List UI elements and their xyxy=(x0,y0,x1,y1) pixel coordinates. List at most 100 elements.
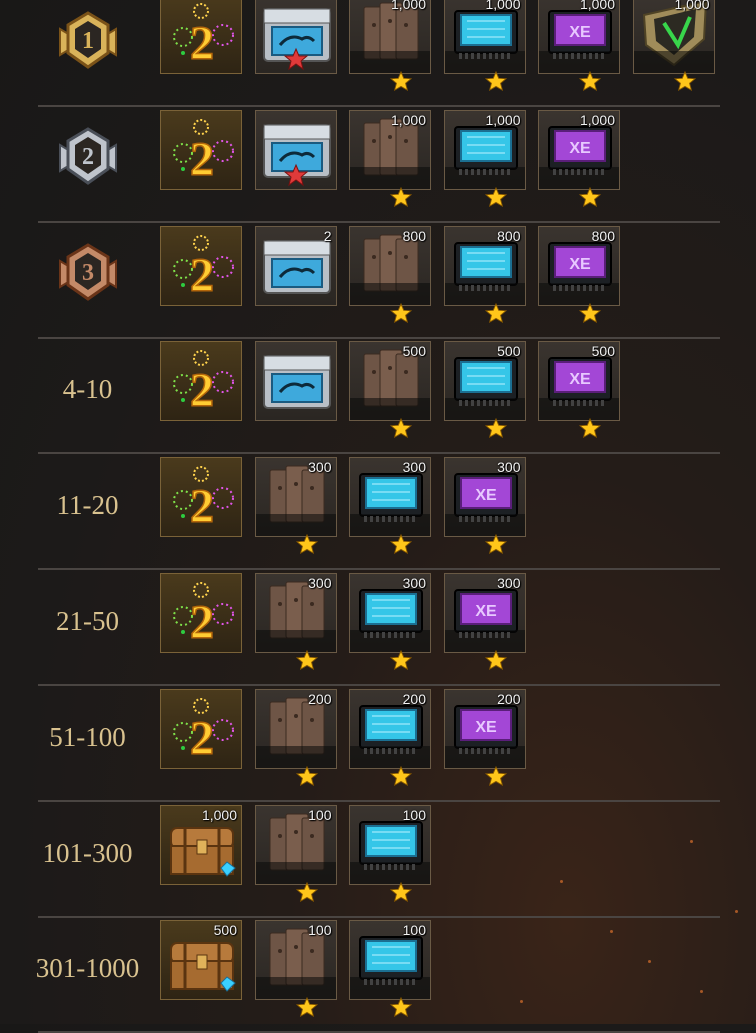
item-quantity: 2 xyxy=(323,227,332,244)
rarity-bar xyxy=(539,398,619,421)
reward-item[interactable]: 200 xyxy=(349,688,431,786)
rank-badge-icon: 2 xyxy=(56,125,120,189)
reward-item[interactable]: 2 xyxy=(160,341,242,422)
reward-item[interactable]: 800 xyxy=(349,225,431,323)
rarity-bar xyxy=(444,51,525,73)
item-quantity: 500 xyxy=(591,343,615,360)
reward-item[interactable]: 2 xyxy=(160,0,242,74)
item-quantity: 100 xyxy=(402,806,426,823)
reward-item[interactable]: 300 xyxy=(349,457,431,555)
svg-text:2: 2 xyxy=(190,596,214,649)
reward-item[interactable]: 1,000 xyxy=(443,0,526,91)
reward-item[interactable]: 500 xyxy=(443,341,526,439)
item-quantity: 1,000 xyxy=(674,0,710,12)
reward-item[interactable] xyxy=(254,341,337,422)
reward-item[interactable]: 300 xyxy=(254,573,337,670)
rarity-bar xyxy=(255,630,336,652)
reward-row: 301-1000 500 100 100 xyxy=(0,915,756,1033)
rank-range-label: 301-1000 xyxy=(35,953,140,984)
rarity-bar xyxy=(350,398,430,421)
rarity-bar xyxy=(255,514,336,537)
item-quantity: 1,000 xyxy=(390,0,426,12)
rarity-bar xyxy=(444,398,525,421)
reward-item[interactable] xyxy=(254,0,337,74)
rarity-bar xyxy=(350,861,430,884)
item-quantity: 800 xyxy=(591,227,615,244)
reward-item[interactable]: 1,000 xyxy=(160,804,242,885)
reward-item[interactable]: 1,000 xyxy=(349,109,431,207)
reward-item[interactable]: XE 1,000 xyxy=(538,0,620,91)
item-quantity: 500 xyxy=(497,343,521,360)
svg-text:XE: XE xyxy=(569,371,591,388)
item-quantity: 1,000 xyxy=(485,111,521,128)
rarity-bar xyxy=(444,630,525,652)
rarity-bar xyxy=(255,745,336,768)
reward-item[interactable] xyxy=(254,109,337,190)
item-quantity: 200 xyxy=(402,690,426,707)
rarity-bar xyxy=(539,166,619,189)
reward-item[interactable]: XE 800 xyxy=(538,225,620,323)
item-quantity: 100 xyxy=(308,806,332,823)
item-quantity: 200 xyxy=(497,690,521,707)
reward-item[interactable]: 1,000 xyxy=(349,0,431,91)
reward-item[interactable]: 2 xyxy=(160,109,242,190)
svg-text:XE: XE xyxy=(475,719,497,736)
reward-item[interactable]: 1,000 xyxy=(443,109,526,207)
reward-item[interactable]: 2 xyxy=(160,457,242,538)
reward-item[interactable]: XE 300 xyxy=(443,573,526,670)
rank-badge-icon: 3 xyxy=(56,241,120,305)
rank-range-label: 11-20 xyxy=(56,490,119,521)
reward-item[interactable]: 500 xyxy=(349,341,431,439)
item-quantity: 1,000 xyxy=(201,806,237,823)
item-quantity: 300 xyxy=(308,575,332,591)
rank-range-label: 51-100 xyxy=(49,721,126,752)
reward-item[interactable]: XE 500 xyxy=(538,341,620,439)
reward-item[interactable]: 300 xyxy=(254,457,337,555)
item-quantity: 300 xyxy=(497,575,521,591)
svg-text:XE: XE xyxy=(569,24,591,41)
rarity-bar xyxy=(444,745,525,768)
svg-text:XE: XE xyxy=(569,140,591,157)
reward-item[interactable]: 100 xyxy=(254,920,337,1018)
rarity-bar xyxy=(350,977,430,1000)
reward-item[interactable]: 100 xyxy=(349,804,431,902)
reward-item[interactable]: 2 xyxy=(160,225,242,306)
svg-text:XE: XE xyxy=(475,487,497,504)
reward-row: 51-100 2 200 200 XE 200 xyxy=(0,684,756,802)
item-quantity: 1,000 xyxy=(579,111,615,128)
reward-item[interactable]: 100 xyxy=(254,804,337,902)
reward-item[interactable]: 2 xyxy=(160,688,242,769)
svg-text:1: 1 xyxy=(82,28,94,54)
reward-row: 101-300 1,000 100 100 xyxy=(0,800,756,918)
item-quantity: 100 xyxy=(402,922,426,939)
item-quantity: 1,000 xyxy=(390,111,426,128)
rank-range-label: 4-10 xyxy=(62,374,113,405)
rarity-bar xyxy=(444,514,525,537)
reward-item[interactable]: 800 xyxy=(443,225,526,323)
item-quantity: 300 xyxy=(402,575,426,591)
rarity-bar xyxy=(444,282,525,305)
rarity-bar xyxy=(350,514,430,537)
rarity-bar xyxy=(633,51,714,73)
svg-text:2: 2 xyxy=(190,17,214,70)
item-quantity: 300 xyxy=(308,459,332,476)
svg-text:2: 2 xyxy=(190,249,214,302)
rarity-bar xyxy=(350,282,430,305)
reward-item[interactable]: 200 xyxy=(254,688,337,786)
reward-item[interactable]: XE 200 xyxy=(443,688,526,786)
reward-item[interactable]: XE 300 xyxy=(443,457,526,555)
reward-item[interactable]: 300 xyxy=(349,573,431,670)
reward-item[interactable]: 500 xyxy=(160,920,242,1001)
svg-text:2: 2 xyxy=(190,480,214,533)
rarity-bar xyxy=(539,51,619,73)
reward-item[interactable]: 2 xyxy=(254,225,337,306)
reward-item[interactable]: XE 1,000 xyxy=(538,109,620,207)
item-quantity: 500 xyxy=(213,922,237,939)
rarity-bar xyxy=(444,166,525,189)
rarity-bar xyxy=(255,861,336,884)
reward-item[interactable]: 1,000 xyxy=(632,0,715,91)
reward-item[interactable]: 2 xyxy=(160,573,242,653)
reward-item[interactable]: 100 xyxy=(349,920,431,1018)
rarity-bar xyxy=(539,282,619,305)
rarity-bar xyxy=(350,166,430,189)
